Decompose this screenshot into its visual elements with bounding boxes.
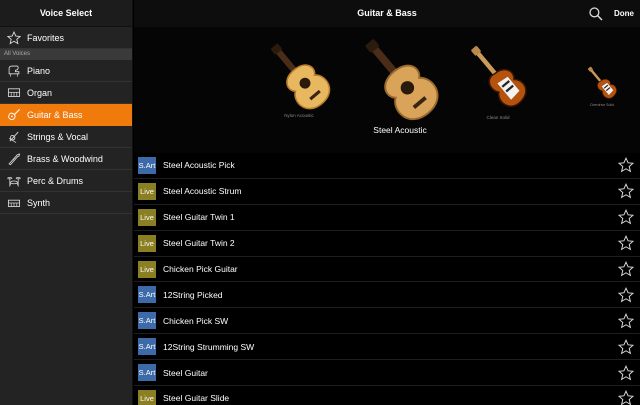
sidebar-item-label: Perc & Drums (27, 175, 84, 186)
piano-icon (6, 64, 22, 78)
main-panel: Guitar & Bass Done Nylon Acoustic Steel … (134, 0, 640, 405)
sidebar-item-guitar-bass[interactable]: Guitar & Bass (0, 104, 132, 126)
favorite-star-icon[interactable] (617, 312, 635, 329)
voice-type-badge: S.Art (138, 156, 156, 174)
voice-carousel[interactable]: Nylon Acoustic Steel Acoustic Clean Soli… (134, 27, 640, 153)
sidebar-item-organ[interactable]: Organ (0, 82, 132, 104)
voice-type-badge: Live (138, 389, 156, 405)
voice-row[interactable]: S.Art Chicken Pick SW (134, 308, 640, 335)
voice-name: Steel Guitar (163, 367, 208, 378)
favorite-star-icon[interactable] (617, 390, 635, 405)
carousel-item-label: Nylon Acoustic (284, 113, 314, 118)
guitar-image (342, 31, 458, 127)
voice-type-badge: S.Art (138, 364, 156, 382)
favorite-star-icon[interactable] (617, 209, 635, 225)
voice-name: 12String Picked (163, 289, 223, 300)
voice-name: Steel Acoustic Strum (163, 186, 242, 197)
voice-name: Chicken Pick SW (163, 315, 229, 326)
top-bar: Guitar & Bass Done (134, 0, 640, 27)
sidebar-item-brass-woodwind[interactable]: Brass & Woodwind (0, 148, 132, 170)
sidebar-item-label: Organ (27, 87, 53, 98)
voice-row[interactable]: S.Art Steel Guitar (134, 360, 640, 387)
sidebar-item-label: Brass & Woodwind (27, 153, 103, 164)
favorite-star-icon[interactable] (617, 261, 635, 277)
sidebar-item-perc-drums[interactable]: Perc & Drums (0, 170, 132, 192)
carousel-item-electric[interactable]: Clean Solid (450, 39, 546, 120)
section-label: All Voices (0, 49, 132, 60)
sidebar-item-synth[interactable]: Synth (0, 192, 132, 214)
drums-icon (6, 174, 22, 188)
sidebar-item-label: Strings & Vocal (27, 131, 89, 142)
carousel-item-label: Steel Acoustic (373, 125, 427, 135)
favorite-star-icon[interactable] (617, 338, 635, 355)
favorite-star-icon[interactable] (617, 183, 635, 199)
voice-row[interactable]: S.Art 12String Picked (134, 282, 640, 309)
done-button[interactable]: Done (614, 0, 634, 27)
carousel-item-label: Overdrive Solid (590, 103, 614, 107)
carousel-item-label: Clean Solid (486, 115, 510, 120)
sidebar-item-favorites[interactable]: Favorites (0, 27, 132, 49)
voice-name: Steel Guitar Twin 1 (163, 212, 235, 223)
search-button[interactable] (588, 6, 604, 22)
sidebar-category-list: Piano Organ Guitar & Bass Strings & Vocal Br… (0, 60, 132, 214)
sidebar-item-piano[interactable]: Piano (0, 60, 132, 82)
guitar-icon (6, 108, 22, 122)
voice-row[interactable]: S.Art Steel Acoustic Pick (134, 153, 640, 179)
sidebar-title: Voice Select (0, 0, 132, 27)
page-title: Guitar & Bass (357, 8, 417, 18)
voice-list: S.Art Steel Acoustic Pick Live Steel Acoust… (134, 153, 640, 405)
favorite-star-icon[interactable] (617, 286, 635, 303)
favorite-star-icon[interactable] (617, 364, 635, 381)
guitar-image (572, 63, 632, 103)
sidebar-item-strings-vocal[interactable]: Strings & Vocal (0, 126, 132, 148)
voice-row[interactable]: S.Art 12String Strumming SW (134, 334, 640, 361)
voice-name: Steel Acoustic Pick (163, 160, 235, 171)
voice-row[interactable]: Live Chicken Pick Guitar (134, 257, 640, 283)
voice-type-badge: Live (138, 182, 156, 200)
voice-row[interactable]: Live Steel Guitar Twin 2 (134, 231, 640, 257)
voice-name: Chicken Pick Guitar (163, 264, 238, 274)
sidebar: Voice Select Favorites All Voices Piano O… (0, 0, 133, 405)
voice-type-badge: S.Art (138, 286, 156, 304)
voice-type-badge: Live (138, 260, 156, 278)
voice-name: Steel Guitar Slide (163, 393, 230, 404)
carousel-item-electric-small[interactable]: Overdrive Solid (572, 63, 632, 107)
voice-type-badge: Live (138, 234, 156, 252)
guitar-image (450, 39, 546, 115)
voice-name: Steel Guitar Twin 2 (163, 238, 235, 249)
favorite-star-icon[interactable] (617, 235, 635, 251)
carousel-item-steel[interactable]: Steel Acoustic (342, 31, 458, 135)
voice-row[interactable]: Live Steel Guitar Twin 1 (134, 205, 640, 231)
sidebar-item-label: Favorites (27, 32, 65, 43)
organ-icon (6, 86, 22, 100)
sidebar-item-label: Piano (27, 65, 51, 76)
sidebar-item-label: Synth (27, 197, 51, 208)
voice-row[interactable]: Live Steel Acoustic Strum (134, 179, 640, 205)
carousel-item-nylon[interactable]: Nylon Acoustic (250, 37, 348, 118)
voice-type-badge: Live (138, 208, 156, 226)
voice-name: 12String Strumming SW (163, 341, 255, 352)
strings-icon (6, 130, 22, 144)
voice-type-badge: S.Art (138, 312, 156, 330)
voice-row[interactable]: Live Steel Guitar Slide (134, 386, 640, 405)
search-icon (589, 7, 603, 21)
sidebar-item-label: Guitar & Bass (27, 109, 83, 120)
brass-icon (6, 152, 22, 166)
guitar-image (250, 37, 348, 115)
favorite-star-icon[interactable] (617, 157, 635, 173)
synth-icon (6, 196, 22, 210)
star-icon (6, 30, 22, 45)
voice-type-badge: S.Art (138, 338, 156, 356)
